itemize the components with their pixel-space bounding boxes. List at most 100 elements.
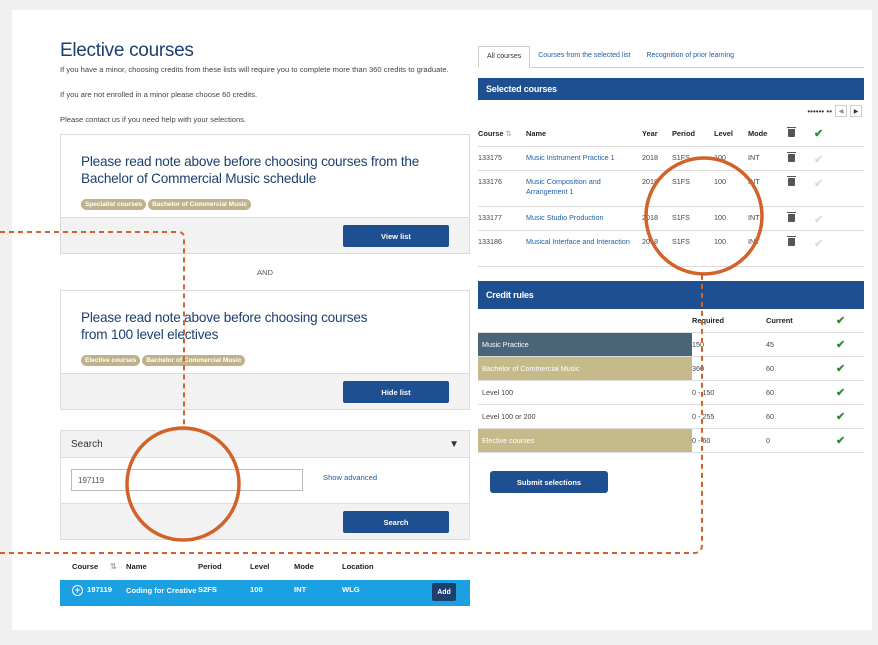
checkmark-icon: ✔ (814, 153, 824, 166)
table-row[interactable]: + 197119 Coding for Creative S2FS 100 IN… (60, 580, 470, 606)
delete-cell[interactable] (787, 146, 814, 171)
selected-courses-header: Selected courses (478, 78, 864, 100)
rule-current: 60 (766, 404, 836, 429)
tag: Specialist courses (81, 199, 147, 210)
show-advanced-link[interactable]: Show advanced (323, 473, 377, 482)
course-year: 2018 (642, 206, 672, 231)
intro-paragraph: If you are not enrolled in a minor pleas… (60, 90, 258, 99)
course-level: 100 (714, 146, 748, 171)
trash-icon (787, 127, 796, 138)
table-row: 133175 Music Instrument Practice 1 2018 … (478, 146, 864, 171)
course-code: 133175 (478, 146, 526, 171)
search-input[interactable] (71, 469, 303, 491)
course-period: S1FS (672, 230, 714, 267)
column-header: ✔ (814, 122, 864, 147)
table-row: Bachelor of Commercial Music 360 60 ✔ (478, 356, 864, 381)
table-row: Music Practice 150 45 ✔ (478, 332, 864, 357)
screenshot-stage: Elective courses If you have a minor, ch… (0, 0, 878, 645)
next-page-icon[interactable]: ▶ (850, 105, 862, 117)
column-header (478, 308, 692, 333)
course-year: 2018 (642, 170, 672, 207)
card-footer: Hide list (61, 373, 469, 409)
course-name-link[interactable]: Music Studio Production (526, 206, 642, 231)
checkmark-icon: ✔ (836, 411, 846, 423)
view-list-button[interactable]: View list (343, 225, 449, 247)
check-cell: ✔ (814, 206, 864, 231)
search-panel-body: Show advanced (60, 458, 470, 504)
card-body: Please read note above before choosing c… (61, 291, 469, 373)
column-header: Year (642, 122, 672, 147)
pagination-dots: •••••• •• (807, 106, 832, 116)
course-year: 2018 (642, 146, 672, 171)
delete-cell[interactable] (787, 230, 814, 267)
course-code: 133186 (478, 230, 526, 267)
course-code: 133176 (478, 170, 526, 207)
table-row: 133186 Musical Interface and Interaction… (478, 230, 864, 267)
pagination: •••••• •• ◀ ▶ (478, 100, 864, 122)
course-level: 100 (714, 206, 748, 231)
rule-required: 150 (692, 332, 766, 357)
rule-status: ✔ (836, 428, 864, 453)
course-list-card: Please read note above before choosing c… (60, 290, 470, 410)
course-name-link[interactable]: Musical Interface and Interaction (526, 230, 642, 267)
rule-status: ✔ (836, 332, 864, 357)
search-panel-footer: Search (60, 504, 470, 540)
trash-icon[interactable] (787, 175, 796, 186)
column-header: Current (766, 308, 836, 333)
expand-plus-icon[interactable]: + (72, 585, 83, 596)
column-header: Name (126, 561, 147, 571)
rule-label: Level 100 or 200 (478, 404, 692, 429)
hide-list-button[interactable]: Hide list (343, 381, 449, 403)
checkmark-icon: ✔ (814, 213, 824, 226)
trash-icon[interactable] (787, 211, 796, 222)
course-year: 2018 (642, 230, 672, 267)
column-header: Level (714, 122, 748, 147)
checkmark-icon: ✔ (814, 177, 824, 190)
column-header (787, 122, 814, 147)
course-mode: INT (748, 230, 788, 267)
tab-prior-learning[interactable]: Recognition of prior learning (638, 46, 742, 67)
delete-cell[interactable] (787, 206, 814, 231)
search-button[interactable]: Search (343, 511, 449, 533)
course-name-link[interactable]: Music Instrument Practice 1 (526, 146, 642, 171)
card-body: Please read note above before choosing c… (61, 135, 469, 217)
intro-text: If you have a minor, choosing credits fr… (60, 64, 470, 126)
rule-label: Bachelor of Commercial Music (478, 356, 692, 381)
tab-bar: All courses Courses from the selected li… (478, 46, 864, 68)
checkmark-icon: ✔ (836, 339, 846, 351)
rule-status: ✔ (836, 356, 864, 381)
rule-current: 60 (766, 380, 836, 405)
tag: Bachelor of Commercial Music (148, 199, 252, 210)
column-header: Period (672, 122, 714, 147)
intro-paragraph: Please contact us if you need help with … (60, 115, 247, 124)
tag: Elective courses (81, 355, 141, 366)
tab-selected-list[interactable]: Courses from the selected list (530, 46, 638, 67)
trash-icon[interactable] (787, 235, 796, 246)
column-header: Mode (294, 561, 314, 571)
checkmark-icon: ✔ (814, 237, 824, 250)
add-button[interactable]: Add (432, 583, 456, 601)
sort-icon[interactable]: ⇅ (110, 562, 126, 571)
delete-cell[interactable] (787, 170, 814, 207)
and-separator: AND (256, 268, 274, 277)
table-row: Level 100 or 200 0 - 255 60 ✔ (478, 404, 864, 429)
table-row: Level 100 0 - 150 60 ✔ (478, 380, 864, 405)
rule-label: Elective courses (478, 428, 692, 453)
course-level: 100 (714, 230, 748, 267)
tag: Bachelor of Commercial Music (142, 355, 246, 366)
card-title: Please read note above before choosing c… (81, 310, 368, 342)
search-panel-header[interactable]: Search ▼ (60, 430, 470, 458)
trash-icon[interactable] (787, 151, 796, 162)
submit-selections-button[interactable]: Submit selections (490, 471, 608, 493)
column-header[interactable]: Course (72, 562, 110, 571)
left-column: Elective courses If you have a minor, ch… (60, 40, 470, 606)
check-cell: ✔ (814, 230, 864, 267)
search-heading: Search (71, 438, 103, 450)
course-mode: INT (748, 170, 788, 207)
right-column: All courses Courses from the selected li… (478, 46, 864, 493)
course-name-link[interactable]: Music Composition and Arrangement 1 (526, 170, 642, 207)
tab-all-courses[interactable]: All courses (478, 46, 531, 68)
prev-page-icon[interactable]: ◀ (835, 105, 847, 117)
intro-paragraph: If you have a minor, choosing credits fr… (60, 65, 449, 74)
column-header[interactable]: Course ⇅ (478, 122, 526, 147)
